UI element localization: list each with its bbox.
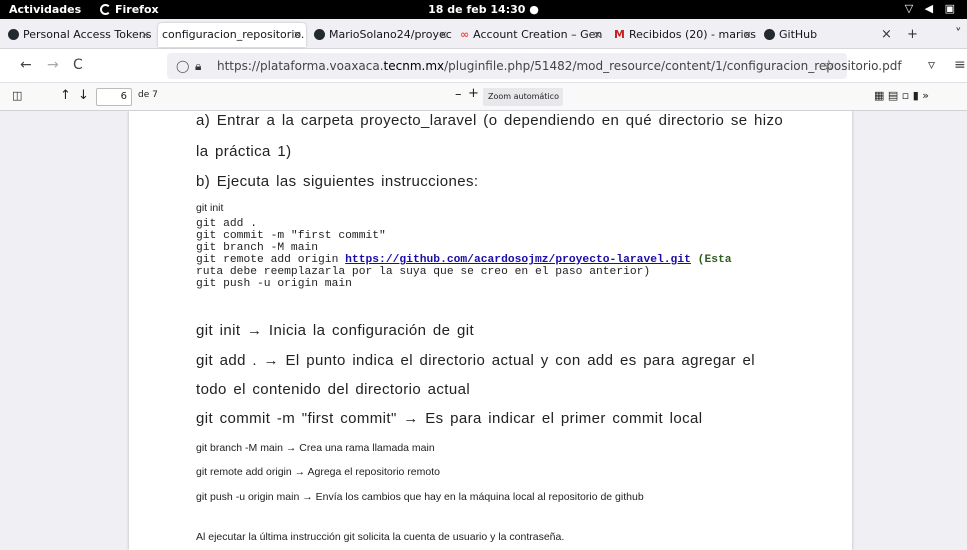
cmd-git-commit: git commit -m "first commit" xyxy=(196,230,386,242)
tab-mariosolano-proyecto[interactable]: MarioSolano24/proyecto × xyxy=(310,23,452,47)
pdf-toolbar: ◫ ↑ ↓ 6 de 7 – + Zoom automático ⌄ ▦ ▤ ▫… xyxy=(0,83,967,119)
clock[interactable]: 18 de feb 14:30 ● xyxy=(0,3,967,16)
next-page-button[interactable]: ↓ xyxy=(78,88,89,103)
tab-gmail-recibidos[interactable]: M Recibidos (20) - marios × xyxy=(610,23,756,47)
cmd-git-add: git add . xyxy=(196,218,258,230)
tab-label: Account Creation – Gen xyxy=(473,28,603,41)
pocket-icon[interactable]: ▿ xyxy=(928,57,935,73)
tab-close-icon[interactable]: × xyxy=(593,23,602,47)
pdf-page: a) Entrar a la carpeta proyecto_laravel … xyxy=(129,111,852,550)
tab-label: Recibidos (20) - marios xyxy=(628,28,756,41)
github-icon xyxy=(764,29,775,40)
exp-git-init: git init → Inicia la configuración de gi… xyxy=(196,322,475,339)
url-domain: tecnm.mx xyxy=(383,59,445,73)
system-tray-icons[interactable]: ▽ ◀ ▣ xyxy=(905,2,959,15)
back-button[interactable]: ← xyxy=(20,57,32,73)
tab-bar: Personal Access Tokens × configuracion_r… xyxy=(0,19,967,49)
url-text[interactable]: https://plataforma.voaxaca.tecnm.mx/plug… xyxy=(217,53,902,79)
tab-close-icon[interactable]: × xyxy=(293,23,302,47)
pdf-tools-icons[interactable]: ▦ ▤ ▫ ▮ » xyxy=(874,89,929,102)
step-a-line2: la práctica 1) xyxy=(196,143,292,160)
loop-icon: ∞ xyxy=(460,28,470,41)
github-icon xyxy=(314,29,325,40)
tab-github[interactable]: GitHub xyxy=(760,23,860,47)
final-note: Al ejecutar la última instrucción git so… xyxy=(196,531,565,543)
zoom-in-button[interactable]: + xyxy=(468,86,479,101)
tab-account-creation[interactable]: ∞ Account Creation – Gen × xyxy=(456,23,606,47)
github-icon xyxy=(8,29,19,40)
tab-label: configuracion_repositorio. xyxy=(162,28,305,41)
exp-git-remote: git remote add origin → Agrega el reposi… xyxy=(196,466,440,478)
lock-icon[interactable]: 🔒︎ xyxy=(195,53,201,79)
step-a-line1: a) Entrar a la carpeta proyecto_laravel … xyxy=(196,112,784,129)
menu-icon[interactable]: ≡ xyxy=(954,57,966,73)
tab-label: GitHub xyxy=(779,28,818,41)
system-top-bar: Actividades Firefox 18 de feb 14:30 ● ▽ … xyxy=(0,0,967,19)
close-tabs-icon[interactable]: × xyxy=(881,27,892,42)
navigation-bar: ← → C ◯ 🔒︎ https://plataforma.voaxaca.te… xyxy=(0,49,967,83)
cmd-git-push: git push -u origin main xyxy=(196,278,352,290)
cmd-git-remote: git remote add origin https://github.com… xyxy=(196,254,732,266)
exp-git-push: git push -u origin main → Envía los camb… xyxy=(196,491,644,503)
url-bar[interactable]: ◯ 🔒︎ https://plataforma.voaxaca.tecnm.mx… xyxy=(167,53,902,79)
gmail-icon: M xyxy=(614,28,625,41)
cmd-git-init: git init xyxy=(196,202,224,214)
tab-close-icon[interactable]: × xyxy=(439,23,448,47)
exp-git-add-line2: todo el contenido del directorio actual xyxy=(196,381,471,398)
cmd-remote-note: ruta debe reemplazarla por la suya que s… xyxy=(196,266,651,278)
bookmark-star-icon[interactable]: ☆ xyxy=(822,53,835,79)
page-number-input[interactable]: 6 xyxy=(96,88,132,106)
reload-button[interactable]: C xyxy=(73,57,83,73)
repo-link[interactable]: https://github.com/acardosojmz/proyecto-… xyxy=(345,254,691,266)
list-tabs-icon[interactable]: ˅ xyxy=(955,27,962,42)
sidebar-toggle-icon[interactable]: ◫ xyxy=(12,89,22,102)
tab-configuracion-repositorio[interactable]: configuracion_repositorio. × xyxy=(158,23,306,47)
exp-git-add-line1: git add . → El punto indica el directori… xyxy=(196,352,755,369)
exp-git-commit: git commit -m "first commit" → Es para i… xyxy=(196,410,703,427)
zoom-select[interactable]: Zoom automático ⌄ xyxy=(483,88,563,119)
zoom-out-button[interactable]: – xyxy=(455,87,462,102)
tab-close-icon[interactable]: × xyxy=(743,23,752,47)
forward-button[interactable]: → xyxy=(47,57,59,73)
tab-label: Personal Access Tokens xyxy=(23,28,152,41)
tab-label: MarioSolano24/proyecto xyxy=(329,28,452,41)
page-count: de 7 xyxy=(138,90,158,100)
previous-page-button[interactable]: ↑ xyxy=(60,88,71,103)
new-tab-button[interactable]: + xyxy=(907,27,918,42)
step-b: b) Ejecuta las siguientes instrucciones: xyxy=(196,173,479,190)
exp-git-branch: git branch -M main → Crea una rama llama… xyxy=(196,442,435,454)
cmd-git-branch: git branch -M main xyxy=(196,242,319,254)
tab-close-icon[interactable]: × xyxy=(141,23,150,47)
shield-icon[interactable]: ◯ xyxy=(176,53,189,79)
pdf-viewer[interactable]: a) Entrar a la carpeta proyecto_laravel … xyxy=(0,111,967,550)
tab-personal-access-tokens[interactable]: Personal Access Tokens × xyxy=(4,23,154,47)
